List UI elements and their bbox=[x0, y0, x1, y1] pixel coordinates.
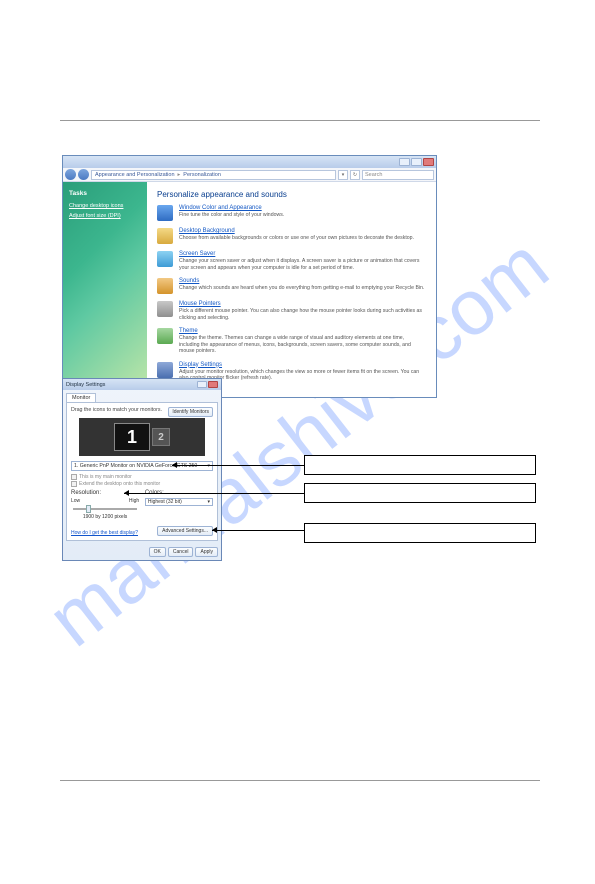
slider-thumb[interactable] bbox=[86, 505, 91, 513]
personalization-window: Appearance and Personalization ▸ Persona… bbox=[62, 155, 437, 398]
advanced-settings-button[interactable]: Advanced Settings... bbox=[157, 526, 213, 536]
item-desc: Change the theme. Themes can change a wi… bbox=[179, 335, 426, 355]
address-dropdown[interactable]: ▾ bbox=[338, 170, 348, 180]
checkbox-icon bbox=[71, 474, 77, 480]
callout-box-3 bbox=[304, 523, 536, 543]
breadcrumb-item[interactable]: Personalization bbox=[183, 172, 221, 178]
leader-line-3 bbox=[212, 530, 304, 531]
item-link[interactable]: Theme bbox=[179, 328, 426, 334]
resolution-slider[interactable] bbox=[71, 508, 139, 510]
colors-select[interactable]: Highest (32 bit) ▾ bbox=[145, 498, 213, 506]
apply-button[interactable]: Apply bbox=[195, 547, 218, 557]
monitor-2[interactable]: 2 bbox=[152, 428, 170, 446]
best-display-link[interactable]: How do I get the best display? bbox=[71, 530, 138, 536]
minimize-button[interactable] bbox=[399, 158, 410, 166]
dialog-title: Display Settings bbox=[66, 382, 105, 388]
colors-value: Highest (32 bit) bbox=[148, 499, 182, 505]
resolution-value: 1900 by 1200 pixels bbox=[71, 514, 139, 520]
back-button[interactable] bbox=[65, 169, 76, 180]
breadcrumb[interactable]: Appearance and Personalization ▸ Persona… bbox=[91, 170, 336, 180]
sidebar-heading: Tasks bbox=[69, 190, 141, 197]
item-link[interactable]: Sounds bbox=[179, 278, 426, 284]
monitor-select[interactable]: 1. Generic PnP Monitor on NVIDIA GeForce… bbox=[71, 461, 213, 471]
theme-icon bbox=[157, 328, 173, 344]
titlebar bbox=[63, 156, 436, 168]
callout-box-2 bbox=[304, 483, 536, 503]
rule-bottom bbox=[60, 780, 540, 781]
display-icon bbox=[157, 362, 173, 378]
item-screensaver: Screen SaverChange your screen saver or … bbox=[157, 251, 426, 271]
rule-top bbox=[60, 120, 540, 121]
item-desc: Fine tune the color and style of your wi… bbox=[179, 212, 426, 219]
high-label: High bbox=[129, 498, 139, 504]
item-desktop-bg: Desktop BackgroundChoose from available … bbox=[157, 228, 426, 244]
monitor-preview[interactable]: 1 2 bbox=[79, 418, 205, 456]
cancel-button[interactable]: Cancel bbox=[168, 547, 194, 557]
sidebar-link-font-size[interactable]: Adjust font size (DPI) bbox=[69, 213, 141, 219]
arrowhead-icon bbox=[209, 527, 217, 533]
item-window-color: Window Color and AppearanceFine tune the… bbox=[157, 205, 426, 221]
checkbox-label: Extend the desktop onto this monitor bbox=[79, 481, 160, 487]
mouse-icon bbox=[157, 301, 173, 317]
refresh-button[interactable]: ↻ bbox=[350, 170, 360, 180]
chevron-down-icon: ▾ bbox=[207, 463, 210, 469]
dialog-titlebar: Display Settings bbox=[63, 379, 221, 390]
leader-line-1 bbox=[172, 465, 304, 466]
search-input[interactable]: Search bbox=[362, 170, 434, 180]
chevron-down-icon: ▾ bbox=[207, 499, 210, 505]
monitor-panel: Identify Monitors Drag the icons to matc… bbox=[66, 402, 218, 541]
arrowhead-icon bbox=[169, 462, 177, 468]
sidebar: Tasks Change desktop icons Adjust font s… bbox=[63, 182, 147, 382]
help-button[interactable] bbox=[197, 381, 207, 388]
address-bar: Appearance and Personalization ▸ Persona… bbox=[63, 168, 436, 182]
identify-monitors-button[interactable]: Identify Monitors bbox=[168, 407, 213, 417]
item-link[interactable]: Screen Saver bbox=[179, 251, 426, 257]
monitor-select-value: 1. Generic PnP Monitor on NVIDIA GeForce… bbox=[74, 463, 197, 469]
item-sounds: SoundsChange which sounds are heard when… bbox=[157, 278, 426, 294]
checkbox-icon bbox=[71, 481, 77, 487]
sidebar-link-desktop-icons[interactable]: Change desktop icons bbox=[69, 203, 141, 209]
item-link[interactable]: Mouse Pointers bbox=[179, 301, 426, 307]
screensaver-icon bbox=[157, 251, 173, 267]
arrowhead-icon bbox=[121, 490, 129, 496]
dialog-close-button[interactable] bbox=[208, 381, 218, 388]
low-label: Low bbox=[71, 498, 80, 504]
monitor-tab[interactable]: Monitor bbox=[66, 393, 96, 402]
sounds-icon bbox=[157, 278, 173, 294]
display-settings-dialog: Display Settings Monitor Identify Monito… bbox=[62, 378, 222, 561]
item-link[interactable]: Window Color and Appearance bbox=[179, 205, 426, 211]
item-theme: ThemeChange the theme. Themes can change… bbox=[157, 328, 426, 355]
leader-line-2 bbox=[124, 493, 304, 494]
main-monitor-checkbox: This is my main monitor bbox=[71, 474, 213, 480]
item-link[interactable]: Desktop Background bbox=[179, 228, 426, 234]
item-desc: Choose from available backgrounds or col… bbox=[179, 235, 426, 242]
breadcrumb-sep: ▸ bbox=[178, 172, 181, 178]
monitor-1[interactable]: 1 bbox=[114, 423, 150, 451]
item-desc: Change your screen saver or adjust when … bbox=[179, 258, 426, 271]
callout-box-1 bbox=[304, 455, 536, 475]
window-color-icon bbox=[157, 205, 173, 221]
breadcrumb-item[interactable]: Appearance and Personalization bbox=[95, 172, 175, 178]
desktop-bg-icon bbox=[157, 228, 173, 244]
dialog-buttons: OK Cancel Apply bbox=[63, 544, 221, 560]
content-pane: Personalize appearance and sounds Window… bbox=[147, 182, 436, 397]
item-desc: Pick a different mouse pointer. You can … bbox=[179, 308, 426, 321]
ok-button[interactable]: OK bbox=[149, 547, 166, 557]
checkbox-label: This is my main monitor bbox=[79, 474, 132, 480]
page-heading: Personalize appearance and sounds bbox=[157, 190, 426, 199]
maximize-button[interactable] bbox=[411, 158, 422, 166]
item-link[interactable]: Display Settings bbox=[179, 362, 426, 368]
item-desc: Change which sounds are heard when you d… bbox=[179, 285, 426, 292]
close-button[interactable] bbox=[423, 158, 434, 166]
forward-button[interactable] bbox=[78, 169, 89, 180]
extend-desktop-checkbox: Extend the desktop onto this monitor bbox=[71, 481, 213, 487]
item-mouse: Mouse PointersPick a different mouse poi… bbox=[157, 301, 426, 321]
